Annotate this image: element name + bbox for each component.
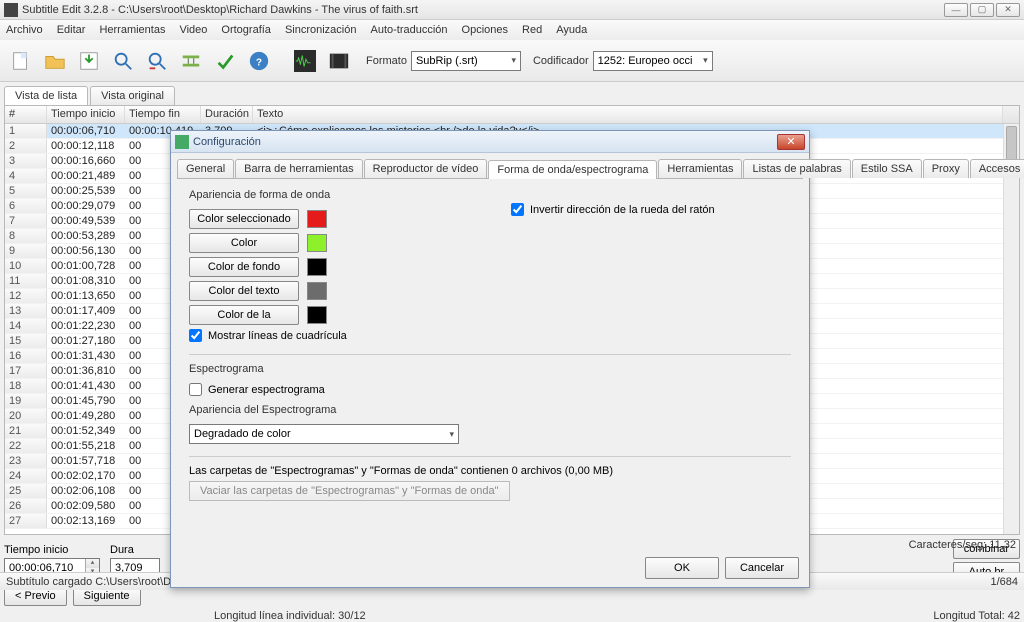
color-swatch-2 <box>307 258 327 276</box>
generate-spectrogram-checkbox[interactable]: Generar espectrograma <box>189 383 791 396</box>
titlebar: Subtitle Edit 3.2.8 - C:\Users\root\Desk… <box>0 0 1024 20</box>
encoding-value: 1252: Europeo occi <box>598 55 693 67</box>
help-icon[interactable]: ? <box>244 46 274 76</box>
replace-icon[interactable] <box>142 46 172 76</box>
dialog-tabs: GeneralBarra de herramientasReproductor … <box>177 159 803 179</box>
menu-editar[interactable]: Editar <box>57 24 86 36</box>
menu-ortografía[interactable]: Ortografía <box>221 24 271 36</box>
dialog-tab-2[interactable]: Reproductor de vídeo <box>364 159 488 178</box>
spellcheck-icon[interactable] <box>210 46 240 76</box>
visual-sync-icon[interactable] <box>176 46 206 76</box>
view-tab-1[interactable]: Vista original <box>90 86 175 105</box>
video-icon[interactable] <box>324 46 354 76</box>
encoding-label: Codificador <box>533 55 589 67</box>
menu-auto-traducción[interactable]: Auto-traducción <box>370 24 447 36</box>
maximize-button[interactable]: ▢ <box>970 3 994 17</box>
cancel-button[interactable]: Cancelar <box>725 557 799 579</box>
color-swatch-3 <box>307 282 327 300</box>
col-dur[interactable]: Duración <box>201 106 253 123</box>
folders-info: Las carpetas de "Espectrogramas" y "Form… <box>189 465 791 477</box>
grid-header: # Tiempo inicio Tiempo fin Duración Text… <box>5 106 1019 124</box>
waveform-appearance-label: Apariencia de forma de onda <box>189 189 791 201</box>
menu-video[interactable]: Video <box>179 24 207 36</box>
dialog-tab-4[interactable]: Herramientas <box>658 159 742 178</box>
format-value: SubRip (.srt) <box>416 55 478 67</box>
menu-archivo[interactable]: Archivo <box>6 24 43 36</box>
color-button-0[interactable]: Color seleccionado <box>189 209 299 229</box>
start-time-label: Tiempo inicio <box>4 544 100 556</box>
chars-per-sec: Caracteres/seg: 11,32 <box>909 539 1016 551</box>
find-icon[interactable] <box>108 46 138 76</box>
dialog-title: Configuración <box>193 136 777 148</box>
dialog-tab-6[interactable]: Estilo SSA <box>852 159 922 178</box>
color-button-4[interactable]: Color de la <box>189 305 299 325</box>
dialog-tab-1[interactable]: Barra de herramientas <box>235 159 362 178</box>
spectrogram-appearance-label: Apariencia del Espectrograma <box>189 404 791 416</box>
spectrogram-appearance-combo[interactable]: Degradado de color <box>189 424 459 444</box>
color-swatch-4 <box>307 306 327 324</box>
invert-wheel-checkbox[interactable]: Invertir dirección de la rueda del ratón <box>511 203 715 216</box>
status-page: 1/684 <box>990 576 1018 588</box>
menu-ayuda[interactable]: Ayuda <box>556 24 587 36</box>
col-text[interactable]: Texto <box>253 106 1003 123</box>
col-num[interactable]: # <box>5 106 47 123</box>
menubar: Archivo Editar Herramientas Video Ortografía… <box>0 20 1024 40</box>
dialog-titlebar[interactable]: Configuración ✕ <box>171 131 809 153</box>
color-button-3[interactable]: Color del texto <box>189 281 299 301</box>
open-icon[interactable] <box>40 46 70 76</box>
svg-text:?: ? <box>256 57 262 68</box>
format-label: Formato <box>366 55 407 67</box>
waveform-icon[interactable] <box>290 46 320 76</box>
vertical-scrollbar[interactable] <box>1003 124 1019 534</box>
menu-red[interactable]: Red <box>522 24 542 36</box>
spectrogram-label: Espectrograma <box>189 363 791 375</box>
save-icon[interactable] <box>74 46 104 76</box>
view-tabs: Vista de listaVista original <box>0 82 1024 105</box>
color-swatch-0 <box>307 210 327 228</box>
dialog-tab-0[interactable]: General <box>177 159 234 178</box>
ok-button[interactable]: OK <box>645 557 719 579</box>
dialog-tab-7[interactable]: Proxy <box>923 159 969 178</box>
menu-sincronización[interactable]: Sincronización <box>285 24 357 36</box>
dialog-tab-5[interactable]: Listas de palabras <box>743 159 850 178</box>
col-start[interactable]: Tiempo inicio <box>47 106 125 123</box>
menu-herramientas[interactable]: Herramientas <box>99 24 165 36</box>
duration-label: Dura <box>110 544 160 556</box>
line-length-info: Longitud línea individual: 30/12 <box>214 610 366 622</box>
view-tab-0[interactable]: Vista de lista <box>4 86 88 105</box>
close-button[interactable]: ✕ <box>996 3 1020 17</box>
color-button-1[interactable]: Color <box>189 233 299 253</box>
dialog-tab-8[interactable]: Accesos d <box>970 159 1024 178</box>
encoding-combo[interactable]: 1252: Europeo occi <box>593 51 713 71</box>
window-title: Subtitle Edit 3.2.8 - C:\Users\root\Desk… <box>22 4 944 16</box>
settings-dialog: Configuración ✕ GeneralBarra de herramie… <box>170 130 810 588</box>
show-grid-checkbox[interactable]: Mostrar líneas de cuadrícula <box>189 329 791 342</box>
total-length-info: Longitud Total: 42 <box>933 610 1020 622</box>
minimize-button[interactable]: — <box>944 3 968 17</box>
toolbar: ? Formato SubRip (.srt) Codificador 1252… <box>0 40 1024 82</box>
empty-folders-button[interactable]: Vaciar las carpetas de "Espectrogramas" … <box>189 481 510 501</box>
app-icon <box>4 3 18 17</box>
color-swatch-1 <box>307 234 327 252</box>
menu-opciones[interactable]: Opciones <box>462 24 508 36</box>
new-icon[interactable] <box>6 46 36 76</box>
col-end[interactable]: Tiempo fin <box>125 106 201 123</box>
format-combo[interactable]: SubRip (.srt) <box>411 51 521 71</box>
color-button-2[interactable]: Color de fondo <box>189 257 299 277</box>
dialog-tab-3[interactable]: Forma de onda/espectrograma <box>488 160 657 179</box>
dialog-close-button[interactable]: ✕ <box>777 134 805 150</box>
